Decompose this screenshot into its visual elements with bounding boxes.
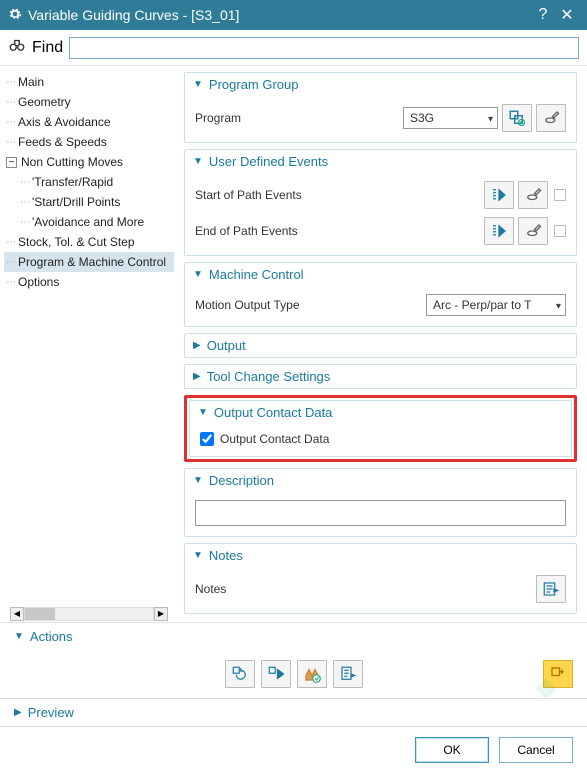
program-select[interactable]: S3G bbox=[403, 107, 498, 129]
tree-item-feeds[interactable]: ⋯Feeds & Speeds bbox=[4, 132, 174, 152]
action-verify-button[interactable] bbox=[297, 660, 327, 688]
output-contact-checkbox[interactable] bbox=[200, 432, 214, 446]
section-program-group: ▼Program Group Program S3G bbox=[184, 72, 577, 143]
section-tool-change: ▶Tool Change Settings bbox=[184, 364, 577, 389]
description-input[interactable] bbox=[195, 500, 566, 526]
end-events-label: End of Path Events bbox=[195, 224, 484, 238]
section-header[interactable]: ▼Notes bbox=[185, 544, 576, 567]
motion-output-select[interactable]: Arc - Perp/par to T bbox=[426, 294, 566, 316]
end-events-check[interactable] bbox=[554, 225, 566, 237]
highlight-box: ▼Output Contact Data Output Contact Data bbox=[184, 395, 577, 462]
caret-down-icon: ▼ bbox=[193, 156, 203, 167]
tree-item-program-machine[interactable]: ⋯Program & Machine Control bbox=[4, 252, 174, 272]
window-title: Variable Guiding Curves - [S3_01] bbox=[28, 7, 531, 23]
nav-tree: ⋯Main ⋯Geometry ⋯Axis & Avoidance ⋯Feeds… bbox=[0, 66, 178, 622]
section-header[interactable]: ▼Program Group bbox=[185, 73, 576, 96]
start-events-label: Start of Path Events bbox=[195, 188, 484, 202]
caret-down-icon: ▼ bbox=[193, 79, 203, 90]
motion-output-label: Motion Output Type bbox=[195, 298, 426, 312]
section-description: ▼Description bbox=[184, 468, 577, 537]
tree-item-options[interactable]: ⋯Options bbox=[4, 272, 174, 292]
section-header[interactable]: ▼Output Contact Data bbox=[190, 401, 571, 424]
action-list-button[interactable] bbox=[333, 660, 363, 688]
start-events-list-button[interactable] bbox=[484, 181, 514, 209]
close-button[interactable]: ✕ bbox=[555, 5, 579, 25]
program-add-button[interactable] bbox=[502, 104, 532, 132]
ok-button[interactable]: OK bbox=[415, 737, 489, 763]
title-bar: Variable Guiding Curves - [S3_01] ? ✕ bbox=[0, 0, 587, 30]
collapse-icon[interactable]: − bbox=[6, 157, 17, 168]
section-header[interactable]: ▼Machine Control bbox=[185, 263, 576, 286]
section-notes: ▼Notes Notes bbox=[184, 543, 577, 614]
scroll-right-icon[interactable]: ▶ bbox=[154, 607, 168, 621]
caret-right-icon: ▶ bbox=[193, 340, 201, 351]
caret-down-icon: ▼ bbox=[193, 475, 203, 486]
program-label: Program bbox=[195, 111, 403, 125]
section-preview: ▶Preview bbox=[0, 698, 587, 726]
properties-panel: ▼Program Group Program S3G bbox=[178, 66, 587, 622]
cancel-button[interactable]: Cancel bbox=[499, 737, 573, 763]
action-replay-button[interactable] bbox=[261, 660, 291, 688]
tree-hscroll[interactable]: ◀ ▶ bbox=[10, 606, 168, 622]
notes-label: Notes bbox=[195, 582, 536, 596]
caret-down-icon: ▼ bbox=[198, 407, 208, 418]
start-events-check[interactable] bbox=[554, 189, 566, 201]
help-button[interactable]: ? bbox=[531, 6, 555, 24]
section-header[interactable]: ▼Description bbox=[185, 469, 576, 492]
section-output: ▶Output bbox=[184, 333, 577, 358]
section-user-events: ▼User Defined Events Start of Path Event… bbox=[184, 149, 577, 256]
tree-item-startdrill[interactable]: ⋯'Start/Drill Points bbox=[18, 192, 174, 212]
caret-down-icon: ▼ bbox=[193, 550, 203, 561]
tree-item-stock[interactable]: ⋯Stock, Tol. & Cut Step bbox=[4, 232, 174, 252]
tree-item-geometry[interactable]: ⋯Geometry bbox=[4, 92, 174, 112]
gear-icon bbox=[8, 7, 22, 24]
caret-down-icon: ▼ bbox=[14, 631, 24, 642]
end-events-edit-button[interactable] bbox=[518, 217, 548, 245]
tree-item-transfer[interactable]: ⋯'Transfer/Rapid bbox=[18, 172, 174, 192]
output-contact-label: Output Contact Data bbox=[220, 432, 329, 446]
caret-down-icon: ▼ bbox=[193, 269, 203, 280]
section-header[interactable]: ▼Actions bbox=[0, 623, 587, 650]
program-edit-button[interactable] bbox=[536, 104, 566, 132]
tree-item-noncutting[interactable]: −Non Cutting Moves bbox=[4, 152, 174, 172]
tree-item-axis[interactable]: ⋯Axis & Avoidance bbox=[4, 112, 174, 132]
section-machine-control: ▼Machine Control Motion Output Type Arc … bbox=[184, 262, 577, 327]
end-events-list-button[interactable] bbox=[484, 217, 514, 245]
tree-item-avoidance[interactable]: ⋯'Avoidance and More bbox=[18, 212, 174, 232]
binoculars-icon bbox=[8, 36, 26, 59]
notes-button[interactable] bbox=[536, 575, 566, 603]
action-regenerate-button[interactable] bbox=[225, 660, 255, 688]
section-output-contact: ▼Output Contact Data Output Contact Data bbox=[189, 400, 572, 457]
section-header[interactable]: ▼User Defined Events bbox=[185, 150, 576, 173]
caret-right-icon: ▶ bbox=[193, 371, 201, 382]
action-show-result-button[interactable] bbox=[543, 660, 573, 688]
tree-item-main[interactable]: ⋯Main bbox=[4, 72, 174, 92]
section-header[interactable]: ▶Tool Change Settings bbox=[185, 365, 576, 388]
section-header[interactable]: ▶Output bbox=[185, 334, 576, 357]
scroll-left-icon[interactable]: ◀ bbox=[10, 607, 24, 621]
output-contact-row[interactable]: Output Contact Data bbox=[200, 432, 561, 446]
find-bar: Find bbox=[0, 30, 587, 66]
dialog-footer: OK Cancel bbox=[0, 726, 587, 773]
section-actions: ▼Actions bbox=[0, 622, 587, 698]
caret-right-icon: ▶ bbox=[14, 707, 22, 718]
find-label: Find bbox=[32, 39, 63, 57]
start-events-edit-button[interactable] bbox=[518, 181, 548, 209]
find-input[interactable] bbox=[69, 37, 579, 59]
section-header[interactable]: ▶Preview bbox=[0, 699, 587, 726]
